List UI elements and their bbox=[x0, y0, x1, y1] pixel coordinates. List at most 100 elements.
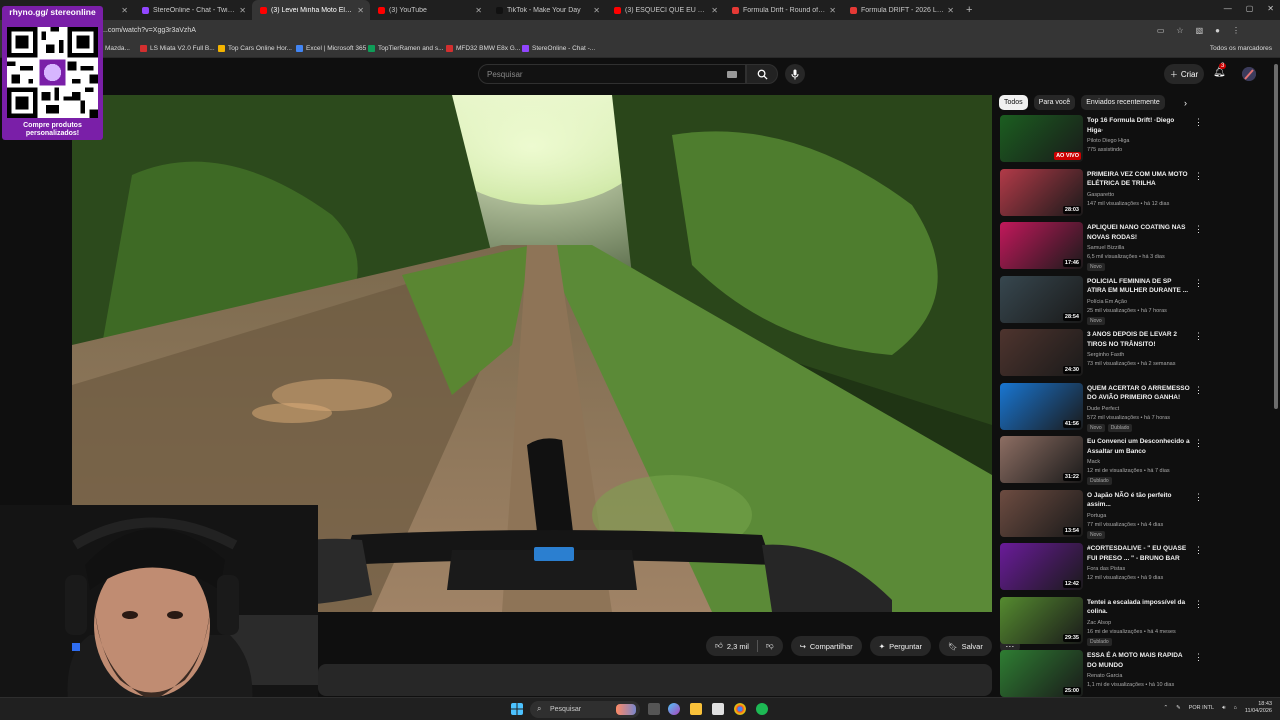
volume-icon[interactable]: 🔊︎ bbox=[1222, 705, 1225, 712]
browser-tab[interactable]: TikTok - Make Your Day ✕ bbox=[488, 0, 606, 20]
notifications-button[interactable]: 🔔︎ 3 bbox=[1213, 63, 1227, 78]
recommended-video[interactable]: 31:22 Eu Convenci um Desconhecido a Assal… bbox=[999, 436, 1209, 486]
tab-close-icon[interactable]: ✕ bbox=[829, 6, 836, 15]
video-menu-icon[interactable]: ⋮ bbox=[1194, 385, 1203, 396]
video-title[interactable]: QUEM ACERTAR O ARREMESSO DO AVIÃO PRIMEI… bbox=[1087, 384, 1191, 403]
thumbs-down-icon[interactable]: 👎︎ bbox=[766, 641, 774, 651]
chevron-up-icon[interactable]: ⌃ bbox=[1163, 705, 1168, 711]
language-indicator[interactable]: POR INTL bbox=[1189, 705, 1214, 711]
channel-name[interactable]: Piloto Diego Higa bbox=[1087, 138, 1130, 144]
page-scrollbar[interactable] bbox=[1274, 64, 1278, 409]
video-menu-icon[interactable]: ⋮ bbox=[1194, 171, 1203, 182]
channel-name[interactable]: Portuga bbox=[1087, 513, 1106, 519]
bookmark-item[interactable]: TopTierRamen and s... bbox=[368, 45, 444, 52]
share-button[interactable]: ↪ Compartilhar bbox=[790, 636, 862, 656]
pen-icon[interactable]: ✎ bbox=[1176, 705, 1181, 711]
bookmark-item[interactable]: LS Miata V2.0 Full B... bbox=[140, 45, 215, 52]
chrome-icon[interactable] bbox=[734, 703, 746, 715]
video-thumbnail[interactable]: AO VIVO bbox=[1000, 115, 1083, 162]
channel-name[interactable]: Serginho Fasth bbox=[1087, 352, 1124, 358]
channel-name[interactable]: Zac Alsop bbox=[1087, 620, 1111, 626]
video-title[interactable]: O Japão NÃO é tão perfeito assim... bbox=[1087, 491, 1191, 510]
video-thumbnail[interactable]: 12:42 bbox=[1000, 543, 1083, 590]
tab-close-icon[interactable]: ✕ bbox=[475, 6, 482, 15]
new-tab-button[interactable]: + bbox=[966, 4, 972, 16]
video-thumbnail[interactable]: 17:46 bbox=[1000, 222, 1083, 269]
video-title[interactable]: POLICIAL FEMININA DE SP ATIRA EM MULHER … bbox=[1087, 277, 1191, 296]
bookmark-item[interactable]: Excel | Microsoft 365 bbox=[296, 45, 366, 52]
browser-tab[interactable]: Formula Drift - Round of 16 ✕ bbox=[724, 0, 842, 20]
store-icon[interactable] bbox=[712, 703, 724, 715]
voice-search-button[interactable] bbox=[785, 64, 805, 84]
create-button[interactable]: ＋ Criar bbox=[1164, 64, 1204, 84]
video-menu-icon[interactable]: ⋮ bbox=[1194, 117, 1203, 128]
extensions-icon[interactable]: ▧ bbox=[1196, 26, 1204, 35]
bookmark-item[interactable]: Top Cars Online Hor... bbox=[218, 45, 292, 52]
channel-name[interactable]: Samuel Bizzilla bbox=[1087, 245, 1124, 251]
channel-name[interactable]: Polícia Em Ação bbox=[1087, 299, 1127, 305]
video-title[interactable]: APLIQUEI NANO COATING NAS NOVAS RODAS! bbox=[1087, 223, 1191, 242]
profile-icon[interactable]: ● bbox=[1215, 26, 1220, 35]
bookmark-star-icon[interactable]: ☆ bbox=[1176, 26, 1183, 35]
browser-tab[interactable]: Formula DRIFT - 2026 Long Be✕ bbox=[842, 0, 960, 20]
video-thumbnail[interactable]: 25:00 bbox=[1000, 650, 1083, 697]
video-thumbnail[interactable]: 24:30 bbox=[1000, 329, 1083, 376]
search-button[interactable] bbox=[746, 64, 778, 84]
recommended-video[interactable]: AO VIVO Top 16 Formula Drift! ·Diego Higa… bbox=[999, 115, 1209, 165]
install-icon[interactable]: ▭ bbox=[1157, 26, 1165, 35]
menu-icon[interactable]: ⋮ bbox=[1232, 26, 1240, 35]
keyboard-icon[interactable] bbox=[727, 71, 737, 78]
recommended-video[interactable]: 25:00 ESSA É A MOTO MAIS RAPIDA DO MUNDO R… bbox=[999, 650, 1209, 700]
browser-tab[interactable]: (3) ESQUECI QUE EU TENHO U✕ bbox=[606, 0, 724, 20]
video-thumbnail[interactable]: 28:03 bbox=[1000, 168, 1083, 216]
channel-name[interactable]: Gasparetto bbox=[1087, 192, 1114, 198]
video-menu-icon[interactable]: ⋮ bbox=[1194, 278, 1203, 289]
video-title[interactable]: Top 16 Formula Drift! ·Diego Higa· bbox=[1087, 116, 1191, 135]
bookmark-item[interactable]: StereOnline - Chat -... bbox=[522, 45, 595, 52]
ask-button[interactable]: ✦ Perguntar bbox=[869, 636, 932, 656]
video-title[interactable]: Tentei a escalada impossível da colina. bbox=[1087, 598, 1191, 617]
video-menu-icon[interactable]: ⋮ bbox=[1194, 438, 1203, 449]
recommended-video[interactable]: 24:30 3 ANOS DEPOIS DE LEVAR 2 TIROS NO T… bbox=[999, 329, 1209, 379]
task-view-icon[interactable] bbox=[648, 703, 660, 715]
all-bookmarks-link[interactable]: Todos os marcadores bbox=[1210, 45, 1272, 52]
tab-close-icon[interactable]: ✕ bbox=[947, 6, 954, 15]
filter-chip[interactable]: Todos bbox=[999, 95, 1028, 110]
tab-close-icon[interactable]: ✕ bbox=[593, 6, 600, 15]
copilot-icon[interactable] bbox=[668, 703, 680, 715]
recommended-video[interactable]: 13:54 O Japão NÃO é tão perfeito assim...… bbox=[999, 489, 1209, 540]
recommended-video[interactable]: 12:42 #CORTESDALIVE - " EU QUASE FUI PRES… bbox=[999, 543, 1209, 593]
video-title[interactable]: PRIMEIRA VEZ COM UMA MOTO ELÉTRICA DE TR… bbox=[1087, 170, 1191, 189]
video-menu-icon[interactable]: ⋮ bbox=[1194, 545, 1203, 556]
channel-name[interactable]: Renato Garcia bbox=[1087, 673, 1122, 679]
video-title[interactable]: Eu Convenci um Desconhecido a Assaltar u… bbox=[1087, 437, 1191, 456]
recommended-video[interactable]: 28:03 PRIMEIRA VEZ COM UMA MOTO ELÉTRICA … bbox=[999, 168, 1209, 219]
browser-tab[interactable]: (3) YouTube ✕ bbox=[370, 0, 488, 20]
video-thumbnail[interactable]: 41:56 bbox=[1000, 382, 1083, 430]
bookmark-item[interactable]: MFD32 BMW E8x G... bbox=[446, 45, 520, 52]
recommended-video[interactable]: 41:56 QUEM ACERTAR O ARREMESSO DO AVIÃO P… bbox=[999, 382, 1209, 433]
browser-tab[interactable]: (3) Levei Minha Moto Elétri ✕ bbox=[252, 0, 370, 20]
video-thumbnail[interactable]: 31:22 bbox=[1000, 436, 1083, 483]
spotify-icon[interactable] bbox=[756, 703, 768, 715]
clock[interactable]: 18:43 11/04/2026 bbox=[1245, 701, 1272, 715]
filter-chip[interactable]: Enviados recentemente bbox=[1081, 95, 1165, 110]
video-thumbnail[interactable]: 28:54 bbox=[1000, 275, 1083, 323]
description-box[interactable] bbox=[318, 664, 992, 696]
video-title[interactable]: #CORTESDALIVE - " EU QUASE FUI PRESO ...… bbox=[1087, 544, 1191, 563]
maximize-icon[interactable]: ▢ bbox=[1246, 4, 1254, 13]
video-title[interactable]: 3 ANOS DEPOIS DE LEVAR 2 TIROS NO TRÂNSI… bbox=[1087, 330, 1191, 349]
browser-tab[interactable]: StereOnline - Chat - Twitch ✕ bbox=[134, 0, 252, 20]
account-avatar[interactable] bbox=[1242, 67, 1256, 81]
channel-name[interactable]: Mack bbox=[1087, 459, 1100, 465]
video-thumbnail[interactable]: 29:35 bbox=[1000, 596, 1083, 644]
recommended-video[interactable]: 17:46 APLIQUEI NANO COATING NAS NOVAS ROD… bbox=[999, 222, 1209, 272]
video-menu-icon[interactable]: ⋮ bbox=[1194, 652, 1203, 663]
channel-name[interactable]: Fora das Pistas bbox=[1087, 566, 1125, 572]
video-title[interactable]: ESSA É A MOTO MAIS RAPIDA DO MUNDO bbox=[1087, 651, 1191, 670]
taskbar-search[interactable]: ⌕ Pesquisar bbox=[530, 701, 640, 718]
tab-close-icon[interactable]: ✕ bbox=[239, 6, 246, 15]
channel-name[interactable]: Dude Perfect bbox=[1087, 406, 1119, 412]
chips-next-icon[interactable]: › bbox=[1184, 98, 1187, 108]
minimize-icon[interactable]: — bbox=[1224, 4, 1232, 13]
